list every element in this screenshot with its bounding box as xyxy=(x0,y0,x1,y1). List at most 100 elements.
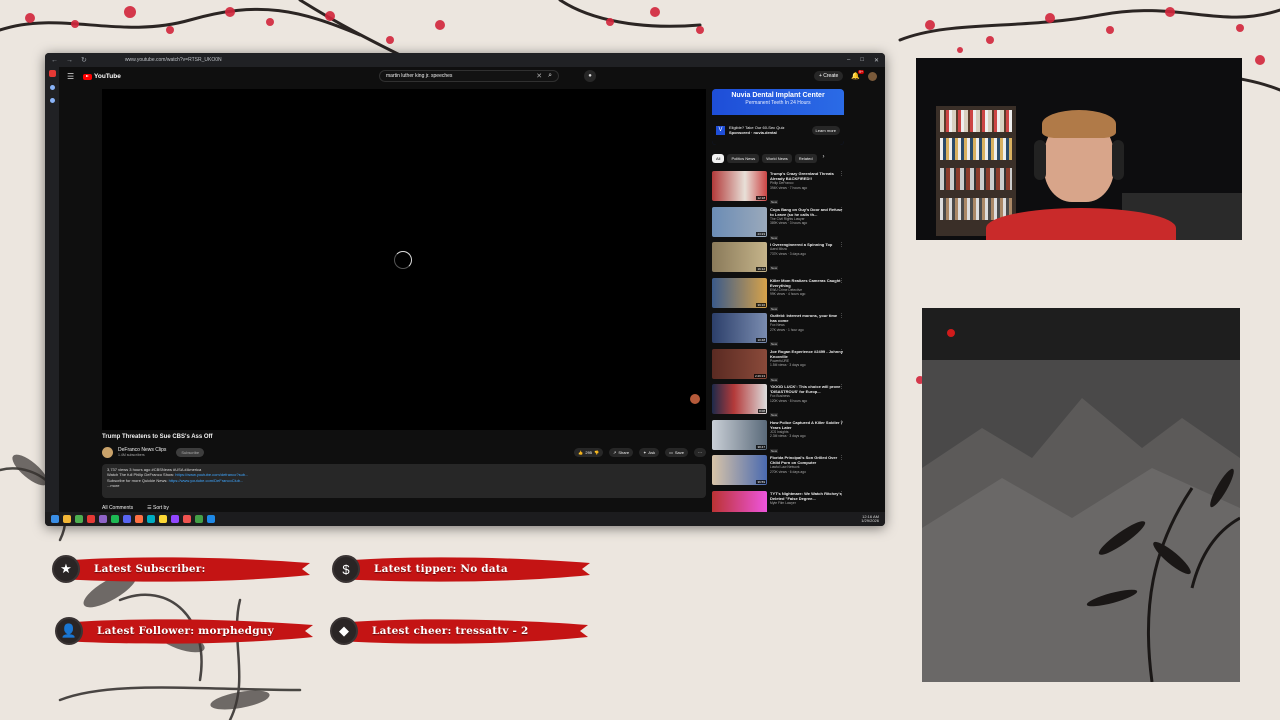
taskbar-app-icon[interactable] xyxy=(147,515,155,523)
learn-more-button[interactable]: Learn more xyxy=(811,125,840,135)
chip-related[interactable]: Related xyxy=(794,154,817,163)
taskbar-app-icon[interactable] xyxy=(75,515,83,523)
more-options-icon[interactable]: ⋮ xyxy=(839,349,844,355)
video-player[interactable] xyxy=(102,89,706,430)
youtube-logo[interactable]: YouTube xyxy=(83,73,121,80)
more-options-icon[interactable]: ⋮ xyxy=(839,171,844,177)
more-options-icon[interactable]: ⋮ xyxy=(839,384,844,390)
taskbar-app-icon[interactable] xyxy=(135,515,143,523)
recommendation-item[interactable]: 39:16 Killer Mom Realizes Cameras Caught… xyxy=(712,277,844,314)
rec-title: Trump's Crazy Greenland Threats Already … xyxy=(770,171,834,181)
video-thumbnail[interactable]: 39:16 xyxy=(712,277,767,308)
taskbar-app-icon[interactable] xyxy=(183,515,191,523)
more-options-icon[interactable]: ⋮ xyxy=(839,491,844,497)
like-button[interactable]: 👍 295 👎 xyxy=(574,447,604,457)
sort-by-button[interactable]: ☰ Sort by xyxy=(147,505,169,511)
more-actions-icon[interactable]: ⋯ xyxy=(694,447,706,457)
taskbar-app-icon[interactable] xyxy=(63,515,71,523)
create-button[interactable]: + Create xyxy=(813,71,844,81)
chip-world-news[interactable]: World News xyxy=(762,154,792,163)
recommendation-item[interactable]: 38:47 How Police Captured A Killer Soldi… xyxy=(712,419,844,456)
recommendation-item[interactable]: 10:48 Gutfeld: Internet morons, your tim… xyxy=(712,313,844,349)
share-button[interactable]: ↗ Share xyxy=(609,447,634,457)
new-badge: New xyxy=(770,306,779,311)
thumbs-down-icon[interactable]: 👎 xyxy=(594,450,599,455)
new-badge: New xyxy=(770,235,779,240)
minimize-icon[interactable]: – xyxy=(847,57,850,64)
search-input[interactable] xyxy=(386,73,537,79)
menu-icon[interactable]: ☰ xyxy=(67,72,83,81)
chip-all[interactable]: All xyxy=(712,154,725,163)
video-thumbnail[interactable]: 2:29:13 xyxy=(712,348,767,379)
notification-badge: 9+ xyxy=(858,70,864,74)
recommendation-item[interactable]: 16:12 I Overengineered a Spinning Top Aae… xyxy=(712,242,844,278)
alert-latest-follower: 👤 Latest Follower: morphedguy xyxy=(55,613,315,649)
video-thumbnail[interactable]: 36:59 xyxy=(712,455,767,485)
mountain-bamboo-art xyxy=(922,398,1240,682)
close-icon[interactable]: ✕ xyxy=(874,57,879,64)
recommendation-item[interactable]: 2:29:13 Joe Rogan Experience #2499 - Joh… xyxy=(712,348,844,385)
show-more-link[interactable]: ...more xyxy=(107,483,701,488)
ad-banner[interactable]: Nuvia Dental Implant Center Permanent Te… xyxy=(712,89,844,115)
more-options-icon[interactable]: ⋮ xyxy=(839,278,844,284)
reload-icon[interactable]: ↻ xyxy=(81,56,87,64)
recommendation-item[interactable]: 12:18 Trump's Crazy Greenland Threats Al… xyxy=(712,171,844,207)
ad-subline: Permanent Teeth In 24 Hours xyxy=(745,100,811,106)
video-thumbnail[interactable]: 23:23 xyxy=(712,206,767,237)
notifications-icon[interactable]: 🔔 9+ xyxy=(851,70,864,80)
video-thumbnail[interactable]: 10:48 xyxy=(712,313,767,343)
channel-watermark[interactable] xyxy=(690,394,700,404)
recommendation-item[interactable]: 8:08 'GOOD LUCK': This choice will prove… xyxy=(712,384,844,420)
video-thumbnail[interactable]: 38:47 xyxy=(712,419,767,450)
ad-logo-icon: V xyxy=(716,125,725,135)
youtube-play-icon xyxy=(83,73,92,80)
taskbar-app-icon[interactable] xyxy=(171,515,179,523)
description-link[interactable]: https://www.youtube.com/DeFrancoClub... xyxy=(169,478,244,483)
subscribe-button[interactable]: Subscribe xyxy=(176,447,205,457)
taskbar-app-icon[interactable] xyxy=(99,515,107,523)
maximize-icon[interactable]: □ xyxy=(860,57,864,64)
recommendation-item[interactable]: 23:23 Cops Bang on Guy's Door and Refuse… xyxy=(712,206,844,243)
ask-button[interactable]: ✦ Ask xyxy=(639,447,660,457)
taskbar-app-icon[interactable] xyxy=(195,515,203,523)
more-options-icon[interactable]: ⋮ xyxy=(839,207,844,213)
back-icon[interactable]: ← xyxy=(51,57,58,64)
channel-avatar[interactable] xyxy=(102,446,113,458)
sidebar-app-icon[interactable] xyxy=(49,98,55,103)
forward-icon[interactable]: → xyxy=(66,57,73,64)
video-thumbnail[interactable]: 12:18 xyxy=(712,171,767,201)
video-description[interactable]: 3,737 views 3 hours ago #CBSNews #USA #A… xyxy=(102,464,706,498)
video-thumbnail[interactable] xyxy=(712,490,767,513)
books-row xyxy=(940,168,1012,190)
account-avatar[interactable] xyxy=(868,71,877,81)
sidebar-app-icon[interactable] xyxy=(49,85,55,90)
chip-politics-news[interactable]: Politics News xyxy=(727,154,760,163)
more-options-icon[interactable]: ⋮ xyxy=(839,242,844,248)
rec-title: How Police Captured A Killer Soldier 7 Y… xyxy=(770,419,843,430)
video-thumbnail[interactable]: 16:12 xyxy=(712,242,767,272)
taskbar-app-icon[interactable] xyxy=(87,515,95,523)
start-icon[interactable] xyxy=(51,515,59,523)
taskbar-app-icon[interactable] xyxy=(123,515,131,523)
sponsored-ad[interactable]: Nuvia Dental Implant Center Permanent Te… xyxy=(712,89,844,145)
taskbar-app-icon[interactable] xyxy=(159,515,167,523)
microphone-icon[interactable]: ● xyxy=(584,70,596,82)
more-options-icon[interactable]: ⋮ xyxy=(839,313,844,319)
rec-meta: 394K views · 7 hours ago xyxy=(770,185,808,190)
video-thumbnail[interactable]: 8:08 xyxy=(712,384,767,414)
address-bar[interactable]: www.youtube.com/watch?v=RTSR_UKO0N xyxy=(125,57,222,63)
rec-title: Gutfeld: Internet morons, your time has … xyxy=(770,313,838,323)
save-button[interactable]: ▭ Save xyxy=(665,447,688,457)
search-icon[interactable]: ⌕ xyxy=(548,72,552,80)
clear-search-icon[interactable]: ✕ xyxy=(536,72,542,80)
taskbar-clock[interactable]: 12:16 AM 1/29/2026 xyxy=(861,514,879,524)
sidebar-app-icon[interactable] xyxy=(48,70,56,77)
chevron-right-icon[interactable]: › xyxy=(823,154,825,163)
recommendation-item[interactable]: TYT's Nightmare: We Watch Ritchey's Dele… xyxy=(712,490,844,513)
more-options-icon[interactable]: ⋮ xyxy=(839,455,844,461)
taskbar-app-icon[interactable] xyxy=(207,515,215,523)
more-options-icon[interactable]: ⋮ xyxy=(839,420,844,426)
taskbar-app-icon[interactable] xyxy=(111,515,119,523)
recommendation-item[interactable]: 36:59 Florida Principal's Son Grilled Ov… xyxy=(712,455,844,491)
description-link[interactable]: https://www.youtube.com/defranco?sub... xyxy=(175,472,248,477)
